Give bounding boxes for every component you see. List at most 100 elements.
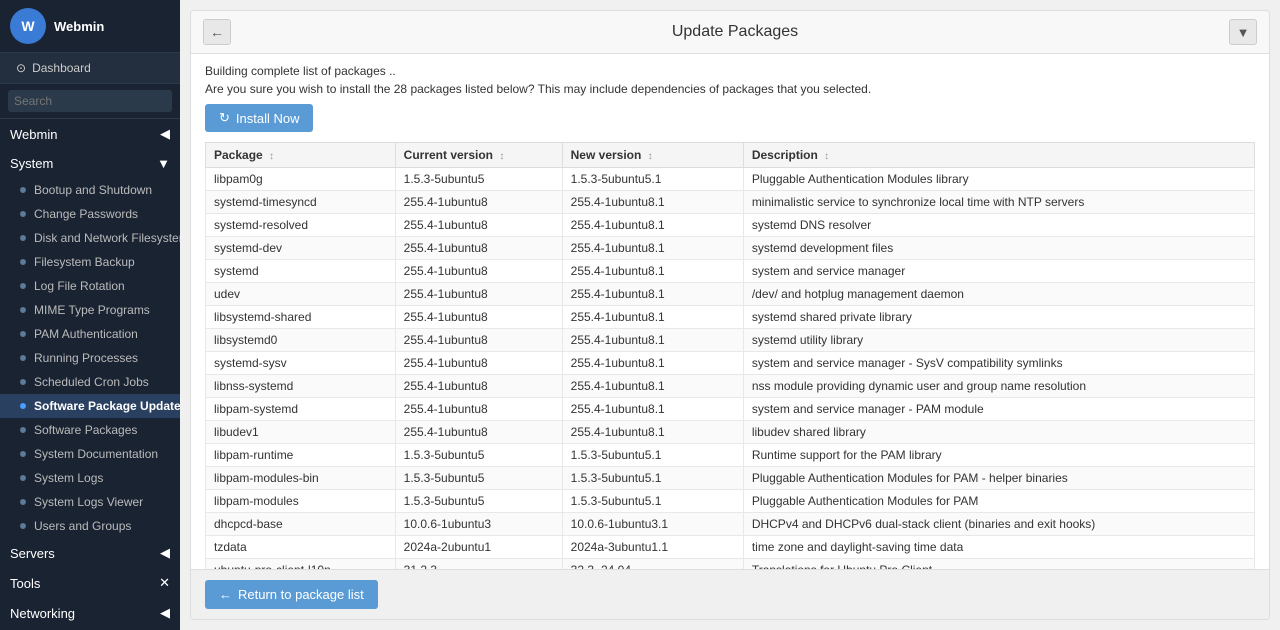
table-row: libsystemd-shared255.4-1ubuntu8255.4-1ub… xyxy=(206,306,1255,329)
section-webmin-header[interactable]: Webmin ◀ xyxy=(0,119,180,149)
sidebar-item-label: Log File Rotation xyxy=(34,279,125,293)
table-row: dhcpcd-base10.0.6-1ubuntu310.0.6-1ubuntu… xyxy=(206,513,1255,536)
sidebar-item-label: Filesystem Backup xyxy=(34,255,135,269)
section-networking: Networking ◀ xyxy=(0,598,180,628)
sidebar-item-label: Users and Groups xyxy=(34,519,131,533)
section-servers-header[interactable]: Servers ◀ xyxy=(0,538,180,568)
search-box xyxy=(0,84,180,119)
table-row: libpam-modules1.5.3-5ubuntu51.5.3-5ubunt… xyxy=(206,490,1255,513)
table-row: libnss-systemd255.4-1ubuntu8255.4-1ubunt… xyxy=(206,375,1255,398)
dot-icon xyxy=(20,307,26,313)
search-input[interactable] xyxy=(8,90,172,112)
app-name: Webmin xyxy=(54,19,104,34)
dot-icon xyxy=(20,403,26,409)
sidebar-item-filesystem-backup[interactable]: Filesystem Backup xyxy=(0,250,180,274)
dashboard-label: Dashboard xyxy=(32,61,91,75)
dot-icon xyxy=(20,235,26,241)
section-tools-header[interactable]: Tools ✕ xyxy=(0,568,180,598)
table-row: libpam-runtime1.5.3-5ubuntu51.5.3-5ubunt… xyxy=(206,444,1255,467)
table-row: systemd255.4-1ubuntu8255.4-1ubuntu8.1sys… xyxy=(206,260,1255,283)
chevron-icon: ◀ xyxy=(160,605,170,621)
sidebar-item-software-packages[interactable]: Software Packages xyxy=(0,418,180,442)
sidebar-item-bootup-and-shutdown[interactable]: Bootup and Shutdown xyxy=(0,178,180,202)
content-area: ← Update Packages ▼ Building complete li… xyxy=(190,10,1270,620)
table-row: systemd-sysv255.4-1ubuntu8255.4-1ubuntu8… xyxy=(206,352,1255,375)
dot-icon xyxy=(20,283,26,289)
sidebar-item-label: Software Package Updates xyxy=(34,399,180,413)
sidebar-item-label: MIME Type Programs xyxy=(34,303,150,317)
sidebar-item-users-and-groups[interactable]: Users and Groups xyxy=(0,514,180,538)
packages-tbody: libpam0g1.5.3-5ubuntu51.5.3-5ubuntu5.1Pl… xyxy=(206,168,1255,570)
chevron-icon: ◀ xyxy=(160,545,170,561)
dot-icon xyxy=(20,259,26,265)
col-desc: Description ↕ xyxy=(743,143,1254,168)
sidebar-item-scheduled-cron-jobs[interactable]: Scheduled Cron Jobs xyxy=(0,370,180,394)
chevron-icon: ✕ xyxy=(159,575,170,591)
sidebar-header: W Webmin xyxy=(0,0,180,53)
sidebar-item-change-passwords[interactable]: Change Passwords xyxy=(0,202,180,226)
table-row: libudev1255.4-1ubuntu8255.4-1ubuntu8.1li… xyxy=(206,421,1255,444)
sidebar-item-system-documentation[interactable]: System Documentation xyxy=(0,442,180,466)
sidebar: W Webmin ⊙ Dashboard Webmin ◀ System ▼ B… xyxy=(0,0,180,630)
building-text: Building complete list of packages .. xyxy=(205,64,1255,78)
section-system: System ▼ Bootup and Shutdown Change Passw… xyxy=(0,149,180,538)
chevron-down-icon: ▼ xyxy=(157,156,170,171)
content-footer: ← Return to package list xyxy=(191,569,1269,619)
section-networking-header[interactable]: Networking ◀ xyxy=(0,598,180,628)
table-row: libpam-systemd255.4-1ubuntu8255.4-1ubunt… xyxy=(206,398,1255,421)
table-row: systemd-dev255.4-1ubuntu8255.4-1ubuntu8.… xyxy=(206,237,1255,260)
dot-icon xyxy=(20,499,26,505)
dashboard-tab[interactable]: ⊙ Dashboard xyxy=(0,53,180,84)
sidebar-item-label: PAM Authentication xyxy=(34,327,138,341)
section-tools: Tools ✕ xyxy=(0,568,180,598)
return-to-package-list-button[interactable]: ← Return to package list xyxy=(205,580,378,609)
dot-icon xyxy=(20,475,26,481)
install-now-button[interactable]: ↻ Install Now xyxy=(205,104,313,132)
sidebar-item-label: Running Processes xyxy=(34,351,138,365)
confirm-text: Are you sure you wish to install the 28 … xyxy=(205,82,1255,96)
arrow-left-icon: ← xyxy=(219,587,232,602)
sidebar-item-label: System Logs xyxy=(34,471,103,485)
table-row: systemd-resolved255.4-1ubuntu8255.4-1ubu… xyxy=(206,214,1255,237)
sidebar-item-disk-and-network-filesystems[interactable]: Disk and Network Filesystems xyxy=(0,226,180,250)
table-row: ubuntu-pro-client-l10n31.2.332.3~24.04Tr… xyxy=(206,559,1255,570)
main-content: ← Update Packages ▼ Building complete li… xyxy=(180,0,1280,630)
chevron-icon: ◀ xyxy=(160,126,170,142)
dashboard-icon: ⊙ xyxy=(16,61,26,75)
sidebar-item-label: Software Packages xyxy=(34,423,137,437)
sidebar-item-system-logs-viewer[interactable]: System Logs Viewer xyxy=(0,490,180,514)
sidebar-item-label: System Documentation xyxy=(34,447,158,461)
col-package: Package ↕ xyxy=(206,143,396,168)
content-body: Building complete list of packages .. Ar… xyxy=(191,54,1269,569)
sidebar-item-pam-authentication[interactable]: PAM Authentication xyxy=(0,322,180,346)
sidebar-item-label: Scheduled Cron Jobs xyxy=(34,375,149,389)
section-webmin: Webmin ◀ xyxy=(0,119,180,149)
system-items: Bootup and Shutdown Change Passwords Disk … xyxy=(0,178,180,538)
sidebar-item-label: Disk and Network Filesystems xyxy=(34,231,180,245)
dot-icon xyxy=(20,523,26,529)
sidebar-item-mime-type-programs[interactable]: MIME Type Programs xyxy=(0,298,180,322)
table-row: libpam-modules-bin1.5.3-5ubuntu51.5.3-5u… xyxy=(206,467,1255,490)
dot-icon xyxy=(20,331,26,337)
page-title: Update Packages xyxy=(241,23,1229,41)
dot-icon xyxy=(20,355,26,361)
col-current: Current version ↕ xyxy=(395,143,562,168)
section-system-header[interactable]: System ▼ xyxy=(0,149,180,178)
back-button[interactable]: ← xyxy=(203,19,231,45)
col-new: New version ↕ xyxy=(562,143,743,168)
dot-icon xyxy=(20,187,26,193)
filter-icon[interactable]: ▼ xyxy=(1229,19,1257,45)
table-row: libpam0g1.5.3-5ubuntu51.5.3-5ubuntu5.1Pl… xyxy=(206,168,1255,191)
dot-icon xyxy=(20,427,26,433)
table-row: udev255.4-1ubuntu8255.4-1ubuntu8.1/dev/ … xyxy=(206,283,1255,306)
sidebar-item-label: Change Passwords xyxy=(34,207,138,221)
section-servers: Servers ◀ xyxy=(0,538,180,568)
sidebar-item-running-processes[interactable]: Running Processes xyxy=(0,346,180,370)
refresh-icon: ↻ xyxy=(219,110,230,126)
packages-table: Package ↕ Current version ↕ New version … xyxy=(205,142,1255,569)
sidebar-item-log-file-rotation[interactable]: Log File Rotation xyxy=(0,274,180,298)
sidebar-item-system-logs[interactable]: System Logs xyxy=(0,466,180,490)
table-row: systemd-timesyncd255.4-1ubuntu8255.4-1ub… xyxy=(206,191,1255,214)
sidebar-item-label: Bootup and Shutdown xyxy=(34,183,152,197)
sidebar-item-software-package-updates[interactable]: Software Package Updates xyxy=(0,394,180,418)
